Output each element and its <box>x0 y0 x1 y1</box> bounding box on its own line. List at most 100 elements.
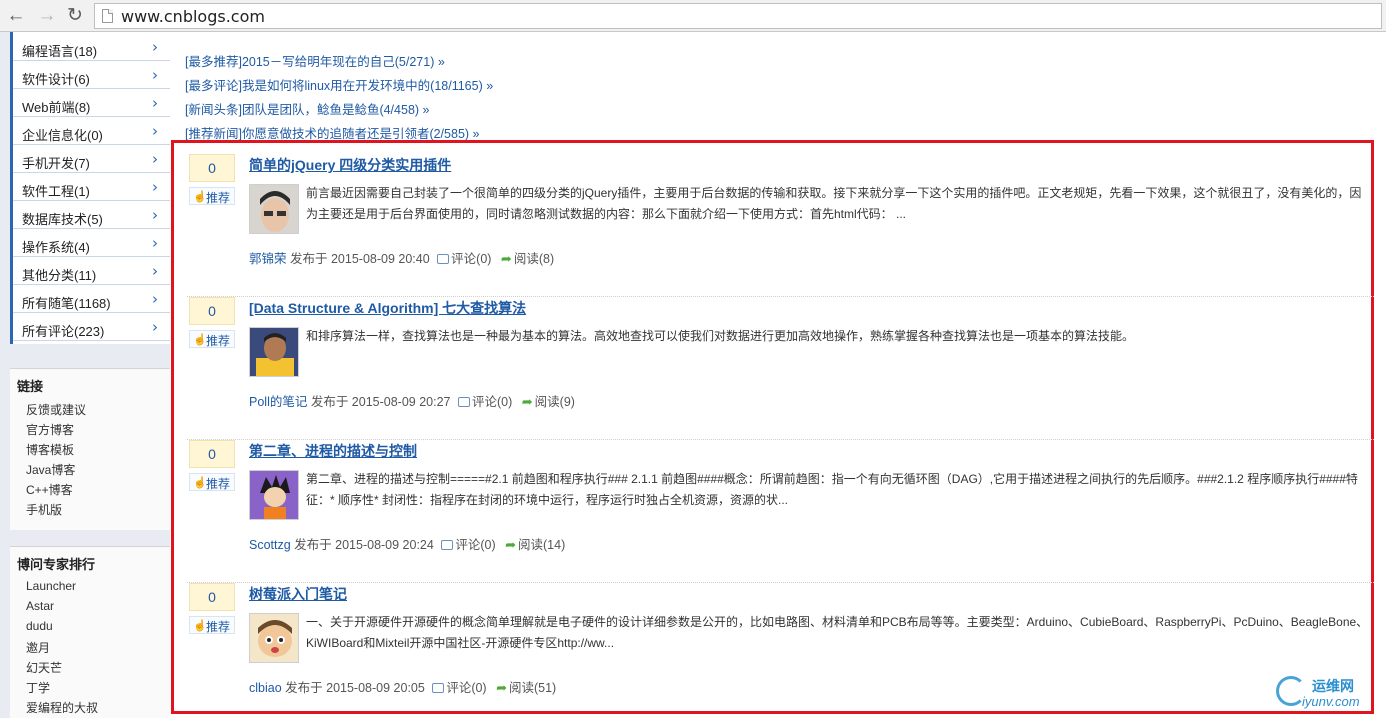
post-title[interactable]: [Data Structure & Algorithm] 七大查找算法 <box>249 298 526 318</box>
category-item[interactable]: 手机开发(7) › <box>13 146 170 173</box>
post-title[interactable]: 简单的jQuery 四级分类实用插件 <box>249 155 451 175</box>
category-list: 编程语言(18) › 软件设计(6) › Web前端(8) › 企业信息化(0) › 手… <box>10 32 170 344</box>
digg-count[interactable]: 0 <box>189 297 235 325</box>
browser-toolbar: ← → ↻ www.cnblogs.com <box>0 0 1386 32</box>
expert-item[interactable]: Astar <box>26 599 54 613</box>
watermark-domain: iyunv.com <box>1302 694 1360 709</box>
category-item[interactable]: 编程语言(18) › <box>13 34 170 61</box>
forward-icon[interactable]: → <box>36 5 58 27</box>
comment-icon <box>457 397 470 407</box>
comments-link[interactable]: 评论(0) <box>446 681 486 695</box>
chevron-right-icon: › <box>152 122 158 140</box>
post-summary: 第二章、进程的描述与控制=====#2.1 前趋图和程序执行### 2.1.1 … <box>306 472 1358 507</box>
comments-link[interactable]: 评论(0) <box>472 395 512 409</box>
post-meta: clbiao 发布于 2015-08-09 20:05 评论(0) ➦ 阅读(51… <box>249 677 556 696</box>
chevron-right-icon: › <box>152 206 158 224</box>
chevron-right-icon: › <box>152 66 158 84</box>
post-title[interactable]: 树莓派入门笔记 <box>249 584 347 604</box>
expert-item[interactable]: 邀月 <box>26 639 50 656</box>
views-link[interactable]: 阅读(9) <box>535 395 575 409</box>
category-item[interactable]: 操作系统(4) › <box>13 230 170 257</box>
views-link[interactable]: 阅读(8) <box>514 252 554 266</box>
read-arrow-icon: ➦ <box>500 252 512 267</box>
comment-icon <box>432 683 445 693</box>
author-link[interactable]: Scottzg <box>249 538 291 552</box>
post-title[interactable]: 第二章、进程的描述与控制 <box>249 441 417 461</box>
expert-item[interactable]: Launcher <box>26 579 76 593</box>
link-item[interactable]: 博客模板 <box>26 441 74 458</box>
address-bar[interactable]: www.cnblogs.com <box>94 3 1382 29</box>
digg-count[interactable]: 0 <box>189 154 235 182</box>
author-link[interactable]: 郭锦荣 <box>249 252 287 266</box>
expert-item[interactable]: dudu <box>26 619 53 633</box>
thumb-up-icon: ☝ <box>193 334 207 346</box>
chevron-right-icon: › <box>152 290 158 308</box>
post-summary: 和排序算法一样，查找算法也是一种最为基本的算法。高效地查找可以使我们对数据进行更… <box>306 329 1135 343</box>
post-date: 发布于 2015-08-09 20:40 <box>290 252 430 266</box>
watermark-title: 运维网 <box>1312 678 1354 694</box>
author-link[interactable]: clbiao <box>249 681 282 695</box>
thumb-up-icon: ☝ <box>193 620 207 632</box>
recommend-link[interactable]: [最多评论]我是如何将linux用在开发环境中的(18/1165) » <box>185 75 493 94</box>
avatar[interactable] <box>249 613 299 663</box>
experts-panel: 博问专家排行 Launcher Astar dudu 邀月 幻天芒 丁学 爱编程… <box>10 546 170 718</box>
category-item[interactable]: 所有随笔(1168) › <box>13 286 170 313</box>
recommend-button[interactable]: ☝ 推荐 <box>189 473 235 491</box>
digg-count[interactable]: 0 <box>189 583 235 611</box>
chevron-right-icon: › <box>152 38 158 56</box>
category-item[interactable]: 软件设计(6) › <box>13 62 170 89</box>
post-date: 发布于 2015-08-09 20:27 <box>310 395 451 409</box>
recommend-link[interactable]: [新闻头条]团队是团队，鲶鱼是鲶鱼(4/458) » <box>185 99 429 118</box>
views-link[interactable]: 阅读(51) <box>509 681 556 695</box>
post-item: 0 ☝ 推荐 树莓派入门笔记 一、关于开源硬件开源硬件的概念简单理解就是电子硬件的… <box>187 583 1374 726</box>
link-item[interactable]: Java博客 <box>26 461 75 478</box>
page-icon <box>102 9 113 23</box>
category-item[interactable]: 其他分类(11) › <box>13 258 170 285</box>
main-content: [最多推荐]2015－写给明年现在的自己(5/271) » [最多评论]我是如何… <box>170 32 1386 718</box>
category-item[interactable]: 企业信息化(0) › <box>13 118 170 145</box>
expert-item[interactable]: 丁学 <box>26 679 50 696</box>
post-item: 0 ☝ 推荐 [Data Structure & Algorithm] 七大查找算… <box>187 297 1374 440</box>
recommend-button[interactable]: ☝ 推荐 <box>189 616 235 634</box>
chevron-right-icon: › <box>152 318 158 336</box>
avatar[interactable] <box>249 327 299 377</box>
post-summary: 一、关于开源硬件开源硬件的概念简单理解就是电子硬件的设计详细参数是公开的，比如电… <box>306 615 1369 650</box>
expert-item[interactable]: 幻天芒 <box>26 659 62 676</box>
chevron-right-icon: › <box>152 150 158 168</box>
url-text[interactable]: www.cnblogs.com <box>121 7 265 26</box>
post-date: 发布于 2015-08-09 20:24 <box>294 538 434 552</box>
link-item[interactable]: 手机版 <box>26 501 62 518</box>
highlight-box: 0 ☝ 推荐 简单的jQuery 四级分类实用插件 前言最近因需要自己封装了一个很… <box>171 140 1374 714</box>
comment-icon <box>441 540 454 550</box>
recommend-button[interactable]: ☝ 推荐 <box>189 187 235 205</box>
back-icon[interactable]: ← <box>5 5 27 27</box>
link-item[interactable]: 官方博客 <box>26 421 74 438</box>
link-item[interactable]: 反馈或建议 <box>26 401 86 418</box>
views-link[interactable]: 阅读(14) <box>518 538 565 552</box>
recommend-link[interactable]: [最多推荐]2015－写给明年现在的自己(5/271) » <box>185 51 445 70</box>
chevron-right-icon: › <box>152 234 158 252</box>
category-item[interactable]: Web前端(8) › <box>13 90 170 117</box>
digg-count[interactable]: 0 <box>189 440 235 468</box>
watermark-logo: 运维网 iyunv.com <box>1276 676 1380 712</box>
read-arrow-icon: ➦ <box>521 395 533 410</box>
post-date: 发布于 2015-08-09 20:05 <box>285 681 425 695</box>
comments-link[interactable]: 评论(0) <box>451 252 491 266</box>
post-meta: Scottzg 发布于 2015-08-09 20:24 评论(0) ➦ 阅读(1… <box>249 534 565 553</box>
post-item: 0 ☝ 推荐 简单的jQuery 四级分类实用插件 前言最近因需要自己封装了一个很… <box>187 154 1374 297</box>
avatar[interactable] <box>249 184 299 234</box>
post-meta: Poll的笔记 发布于 2015-08-09 20:27 评论(0) ➦ 阅读(9… <box>249 391 575 410</box>
post-meta: 郭锦荣 发布于 2015-08-09 20:40 评论(0) ➦ 阅读(8) <box>249 248 554 267</box>
post-summary: 前言最近因需要自己封装了一个很简单的四级分类的jQuery插件，主要用于后台数据… <box>306 186 1362 221</box>
reload-icon[interactable]: ↻ <box>64 5 86 27</box>
category-item[interactable]: 软件工程(1) › <box>13 174 170 201</box>
author-link[interactable]: Poll的笔记 <box>249 395 307 409</box>
links-title: 链接 <box>17 379 44 394</box>
category-item[interactable]: 所有评论(223) › <box>13 314 170 341</box>
recommend-button[interactable]: ☝ 推荐 <box>189 330 235 348</box>
expert-item[interactable]: 爱编程的大叔 <box>26 699 98 716</box>
link-item[interactable]: C++博客 <box>26 481 73 498</box>
category-item[interactable]: 数据库技术(5) › <box>13 202 170 229</box>
avatar[interactable] <box>249 470 299 520</box>
comments-link[interactable]: 评论(0) <box>455 538 495 552</box>
